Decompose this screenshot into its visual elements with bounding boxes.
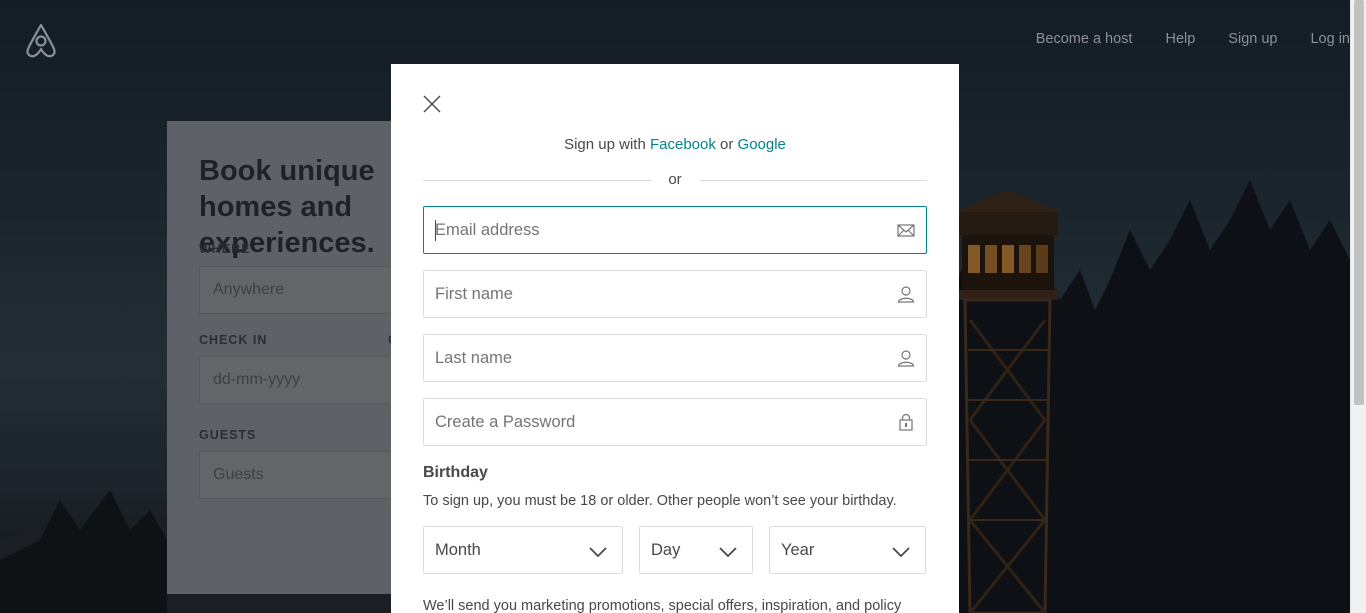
- day-select-value: Day: [651, 541, 681, 559]
- year-select-value: Year: [781, 541, 815, 559]
- person-icon: [897, 349, 915, 367]
- month-select[interactable]: Month: [423, 526, 623, 574]
- birthday-note: To sign up, you must be 18 or older. Oth…: [423, 493, 897, 509]
- email-field[interactable]: [423, 206, 927, 254]
- airbnb-logo-icon[interactable]: [24, 22, 58, 58]
- social-signup: Sign up with Facebook or Google: [391, 136, 959, 153]
- person-icon: [897, 285, 915, 303]
- guests-label: GUESTS: [199, 428, 257, 442]
- search-card: Book unique homes and experiences. WHERE…: [167, 121, 427, 594]
- scrollbar-thumb[interactable]: [1354, 0, 1364, 405]
- chevron-down-icon: [719, 544, 737, 558]
- last-name-field[interactable]: [423, 334, 927, 382]
- nav-sign-up[interactable]: Sign up: [1228, 31, 1277, 47]
- lock-icon: [897, 413, 915, 431]
- signup-modal: Sign up with Facebook or Google or Email…: [391, 64, 959, 613]
- marketing-note: We’ll send you marketing promotions, spe…: [423, 598, 902, 613]
- day-select[interactable]: Day: [639, 526, 753, 574]
- last-name-input[interactable]: [424, 335, 864, 381]
- or-divider: or: [423, 170, 927, 190]
- first-name-field[interactable]: [423, 270, 927, 318]
- top-nav: Become a host Help Sign up Log in: [1003, 31, 1350, 47]
- password-input[interactable]: [424, 399, 864, 445]
- facebook-link[interactable]: Facebook: [650, 136, 716, 153]
- page-scrollbar[interactable]: [1350, 0, 1366, 613]
- chevron-down-icon: [892, 544, 910, 558]
- month-select-value: Month: [435, 541, 481, 559]
- chevron-down-icon: [589, 544, 607, 558]
- social-or: or: [720, 136, 734, 153]
- close-icon[interactable]: [422, 94, 442, 114]
- google-link[interactable]: Google: [738, 136, 786, 153]
- checkin-label: CHECK IN: [199, 333, 268, 347]
- year-select[interactable]: Year: [769, 526, 926, 574]
- first-name-input[interactable]: [424, 271, 864, 317]
- nav-log-in[interactable]: Log in: [1310, 31, 1350, 47]
- password-field[interactable]: [423, 398, 927, 446]
- envelope-icon: [897, 221, 915, 239]
- where-label: WHERE: [199, 242, 251, 256]
- email-input[interactable]: [424, 207, 864, 253]
- social-prefix: Sign up with: [564, 136, 646, 153]
- birthday-title: Birthday: [423, 464, 488, 481]
- nav-become-host[interactable]: Become a host: [1036, 31, 1133, 47]
- nav-help[interactable]: Help: [1165, 31, 1195, 47]
- text-caret: [435, 220, 436, 241]
